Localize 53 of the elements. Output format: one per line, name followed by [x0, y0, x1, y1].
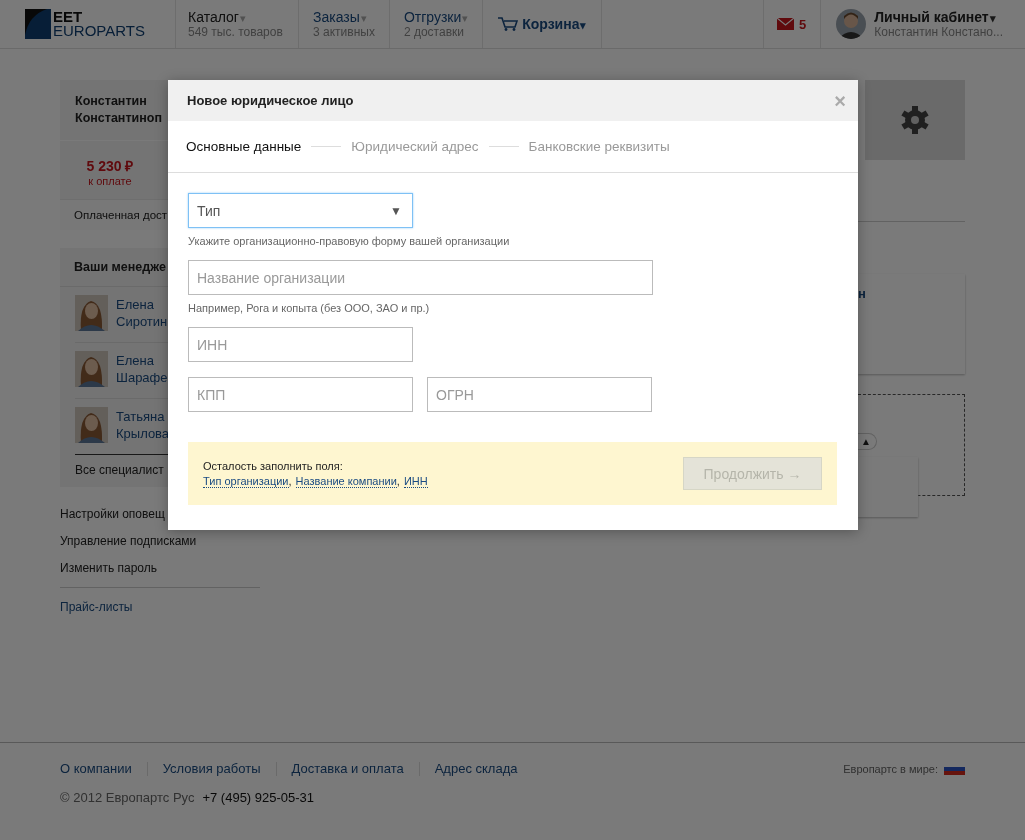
cart-menu[interactable]: Корзина▾: [483, 0, 603, 48]
nav-label: Отгрузки▾: [403, 9, 469, 25]
missing-field-link[interactable]: Название компании: [295, 474, 397, 488]
field-hint: Укажите организационно-правовую форму вашей организации: [188, 235, 511, 247]
nav-subtitle: 3 активных: [313, 25, 375, 39]
amount-due: 5 230 ₽: [86, 157, 134, 175]
step-tab[interactable]: Юридический адрес: [351, 139, 479, 154]
missing-field-link[interactable]: ИНН: [403, 474, 428, 488]
mail-icon: [777, 18, 794, 30]
logo-text: EUROPARTS: [53, 24, 145, 38]
nav-label: Заказы▾: [313, 9, 368, 25]
manager-link[interactable]: Татьяна Крылова: [116, 408, 170, 442]
field-hint: Например, Рога и копыта (без ООО, ЗАО и пр.): [188, 302, 431, 314]
input-field[interactable]: Название организации: [188, 260, 653, 295]
footer-link[interactable]: Доставка и оплата: [291, 761, 404, 776]
nav-label: Каталог▾: [188, 9, 247, 25]
input-field[interactable]: КПП: [188, 377, 413, 412]
separator: ,: [288, 474, 292, 488]
nav-subtitle: 549 тыс. товаров: [188, 25, 284, 39]
step-tab[interactable]: Банковские реквизиты: [528, 139, 670, 154]
input-field[interactable]: ИНН: [188, 327, 413, 362]
logo[interactable]: EET EUROPARTS: [25, 0, 176, 48]
footer-link[interactable]: Условия работы: [162, 761, 261, 776]
sidebar-link[interactable]: Прайс-листы: [60, 594, 260, 621]
nav-menu[interactable]: Заказы▾ 3 активных: [299, 0, 390, 48]
cart-icon: [498, 17, 519, 31]
logo-text: EET: [53, 10, 84, 24]
nav-subtitle: 2 доставки: [403, 25, 465, 39]
amount-label: к оплате: [88, 175, 132, 187]
step-tab[interactable]: Основные данные: [186, 139, 302, 154]
logo-mark-icon: [25, 9, 51, 39]
copyright: © 2012 Европартс Рус: [60, 790, 195, 805]
footer-link[interactable]: Адрес склада: [434, 761, 518, 776]
nav-menu[interactable]: Отгрузки▾ 2 доставки: [389, 0, 484, 48]
type-select[interactable]: Тип ▼: [188, 193, 413, 228]
caret-icon: ▼: [390, 203, 402, 218]
sidebar-link[interactable]: Изменить пароль: [60, 555, 260, 582]
sidebar-link[interactable]: Управление подписками: [60, 528, 260, 555]
manager-link[interactable]: Елена Сиротин: [116, 296, 168, 330]
nav-menu[interactable]: Каталог▾ 549 тыс. товаров: [176, 0, 299, 48]
world-label: Европартс в мире:: [843, 762, 938, 775]
footer-link[interactable]: О компании: [60, 761, 132, 776]
link-fragment[interactable]: н: [858, 286, 866, 301]
input-field[interactable]: ОГРН: [427, 377, 652, 412]
separator: ,: [396, 474, 400, 488]
mail-button[interactable]: 5: [763, 0, 822, 48]
settings-tile[interactable]: [865, 80, 965, 160]
account-menu[interactable]: Личный кабинет▾ Константин Констано...: [821, 0, 1025, 48]
close-button[interactable]: ×: [834, 91, 846, 110]
manager-link[interactable]: Елена Шарафе: [116, 352, 168, 386]
phone-number: +7 (495) 925-05-31: [202, 790, 315, 805]
missing-field-link[interactable]: Тип организации: [203, 474, 289, 488]
settings-icon: [900, 105, 930, 135]
